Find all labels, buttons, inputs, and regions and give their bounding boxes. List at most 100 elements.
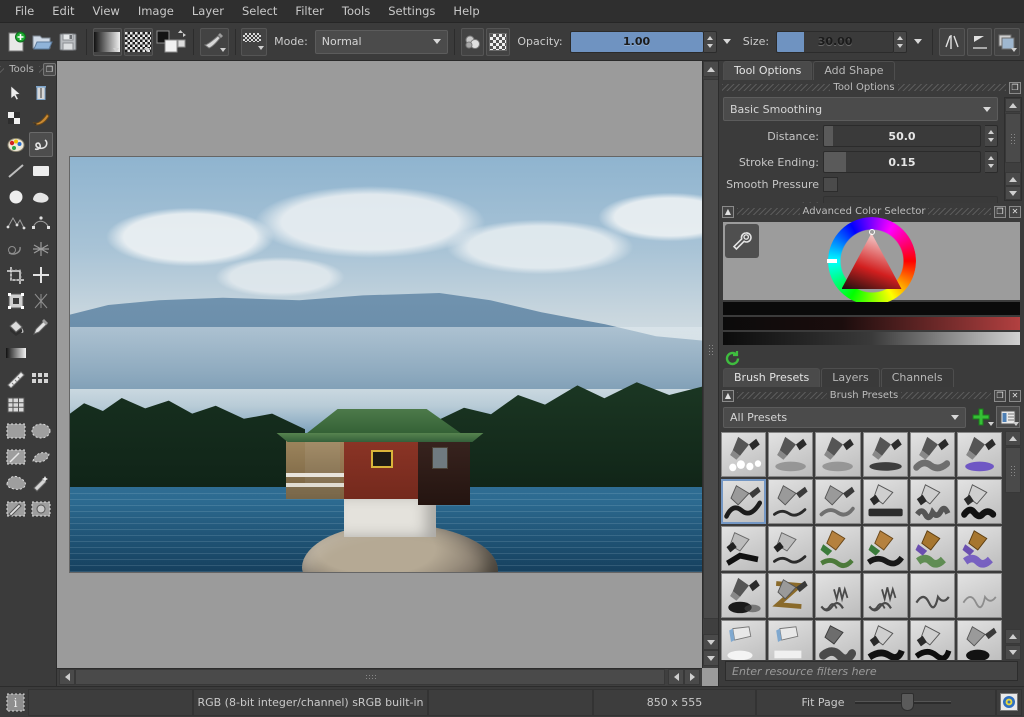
canvas-vertical-scrollbar[interactable]: [702, 61, 718, 668]
tool-polygon[interactable]: [29, 184, 53, 209]
drag-handle-hatch-5[interactable]: [737, 392, 827, 399]
pattern-selector-button[interactable]: [124, 28, 153, 56]
preset-zigzag[interactable]: [768, 573, 813, 618]
mirror-vertical-button[interactable]: [967, 28, 993, 56]
scroll-down-button-a[interactable]: [1005, 172, 1021, 186]
brush-editor-button[interactable]: [241, 28, 267, 56]
reset-color-button[interactable]: [724, 350, 741, 370]
opacity-slider[interactable]: 1.00: [570, 31, 704, 53]
tool-color-selector[interactable]: [4, 132, 28, 157]
preset-chisel-tilt[interactable]: [768, 526, 813, 571]
drag-handle-hatch-3[interactable]: [737, 208, 800, 215]
preset-view-mode-button[interactable]: [996, 406, 1020, 428]
scroll-down-button-b[interactable]: [703, 650, 718, 666]
new-document-button[interactable]: [4, 28, 28, 56]
menu-edit[interactable]: Edit: [43, 1, 83, 21]
tool-transform[interactable]: [4, 288, 28, 313]
tool-bezier-curve[interactable]: [29, 210, 53, 235]
spinner-up-icon[interactable]: [707, 36, 713, 40]
tool-color-picker[interactable]: [29, 314, 53, 339]
tool-freehand-select[interactable]: [29, 444, 53, 469]
scroll-right-button-a[interactable]: [668, 669, 684, 685]
preset-eraser-block[interactable]: [768, 620, 813, 660]
tool-freehand-path[interactable]: [4, 236, 28, 261]
preserve-alpha-button[interactable]: [486, 28, 510, 56]
color-selector-settings-button[interactable]: [725, 224, 759, 258]
spinner-down-icon[interactable]: [707, 44, 713, 48]
clipped-slider[interactable]: [823, 196, 998, 203]
scroll-down-button-presets-b[interactable]: [1005, 645, 1021, 660]
preset-basic-wet[interactable]: [910, 432, 955, 477]
tool-grid[interactable]: [4, 392, 28, 417]
scroll-up-button[interactable]: [1005, 98, 1021, 112]
preset-sketch-light[interactable]: [957, 573, 1002, 618]
menu-select[interactable]: Select: [233, 1, 286, 21]
brush-presets-scrollbar[interactable]: [1005, 431, 1023, 660]
tab-tool-options[interactable]: Tool Options: [723, 61, 812, 80]
tool-perspective[interactable]: [29, 288, 53, 313]
zoom-slider-knob[interactable]: [901, 693, 914, 711]
canvas-area[interactable]: [57, 61, 718, 686]
stroke-ending-slider[interactable]: 0.15: [823, 151, 981, 173]
preset-eraser-soft[interactable]: [721, 620, 766, 660]
close-icon-2[interactable]: ✕: [1009, 390, 1021, 402]
tab-add-shape[interactable]: Add Shape: [813, 61, 894, 80]
preset-pen-blot[interactable]: [957, 620, 1002, 660]
preset-marker-bold[interactable]: [863, 620, 908, 660]
tool-rectangle[interactable]: [29, 158, 53, 183]
foreground-background-color-button[interactable]: [155, 28, 187, 56]
opacity-spinner[interactable]: [704, 31, 717, 53]
color-wheel-area[interactable]: [723, 222, 1020, 300]
preset-marker-flat[interactable]: [863, 479, 908, 524]
drag-handle-hatch-2[interactable]: [898, 84, 1006, 91]
drag-handle-hatch[interactable]: [722, 84, 830, 91]
scroll-right-button-b[interactable]: [684, 669, 700, 685]
preset-marker-blot[interactable]: [957, 479, 1002, 524]
size-options-button[interactable]: [909, 28, 926, 56]
canvas-image[interactable]: [70, 157, 707, 572]
tool-polyline[interactable]: [4, 210, 28, 235]
float-dock-icon-3[interactable]: ❐: [994, 390, 1006, 402]
add-preset-button[interactable]: [969, 406, 993, 428]
spinner-down-icon[interactable]: [897, 44, 903, 48]
stroke-ending-spinner[interactable]: [985, 151, 998, 173]
shade-bar-3[interactable]: [723, 332, 1020, 345]
close-icon[interactable]: ✕: [1009, 206, 1021, 218]
tool-measure[interactable]: [4, 366, 28, 391]
color-cursor[interactable]: [869, 229, 875, 235]
scroll-thumb-horizontal[interactable]: [75, 669, 665, 685]
scroll-up-button-presets[interactable]: [1005, 431, 1021, 446]
smoothing-combo[interactable]: Basic Smoothing: [723, 97, 998, 121]
tool-multibrush[interactable]: [29, 236, 53, 261]
preset-brush-dark[interactable]: [863, 526, 908, 571]
drag-handle-hatch-4[interactable]: [928, 208, 991, 215]
preset-sketch-curve[interactable]: [910, 573, 955, 618]
scroll-down-button-b[interactable]: [1005, 186, 1021, 200]
tool-magnetic-select[interactable]: [29, 496, 53, 521]
scroll-thumb[interactable]: [1005, 113, 1021, 163]
gradient-selector-button[interactable]: [93, 28, 122, 56]
preset-brush-green[interactable]: [815, 526, 860, 571]
workspace-switcher-button[interactable]: [994, 28, 1020, 56]
preset-sketch-spikes[interactable]: [815, 573, 860, 618]
scroll-thumb-presets[interactable]: [1005, 447, 1021, 493]
collapse-panel-button[interactable]: ▲: [722, 206, 734, 218]
color-space-label[interactable]: RGB (8-bit integer/channel) sRGB built-i…: [193, 689, 428, 716]
shade-bar-1[interactable]: [723, 302, 1020, 315]
preset-ink-gpen[interactable]: [721, 479, 766, 524]
tool-gradient[interactable]: [4, 340, 28, 365]
preset-chisel-smooth[interactable]: [721, 526, 766, 571]
eraser-toggle-button[interactable]: [461, 28, 485, 56]
menu-settings[interactable]: Settings: [379, 1, 444, 21]
tool-similar-color-select[interactable]: [29, 470, 53, 495]
scroll-thumb-vertical[interactable]: [703, 79, 718, 619]
opacity-control[interactable]: 1.00: [570, 31, 717, 53]
drag-handle-hatch-6[interactable]: [901, 392, 991, 399]
smooth-pressure-checkbox[interactable]: [823, 177, 838, 192]
drag-handle-hatch-2[interactable]: [39, 66, 43, 73]
preset-airbrush-soft[interactable]: [768, 432, 813, 477]
tool-text[interactable]: [29, 80, 53, 105]
float-dock-icon[interactable]: ❐: [43, 63, 56, 76]
distance-spinner[interactable]: [985, 125, 998, 147]
preset-airbrush-pressure[interactable]: [815, 432, 860, 477]
